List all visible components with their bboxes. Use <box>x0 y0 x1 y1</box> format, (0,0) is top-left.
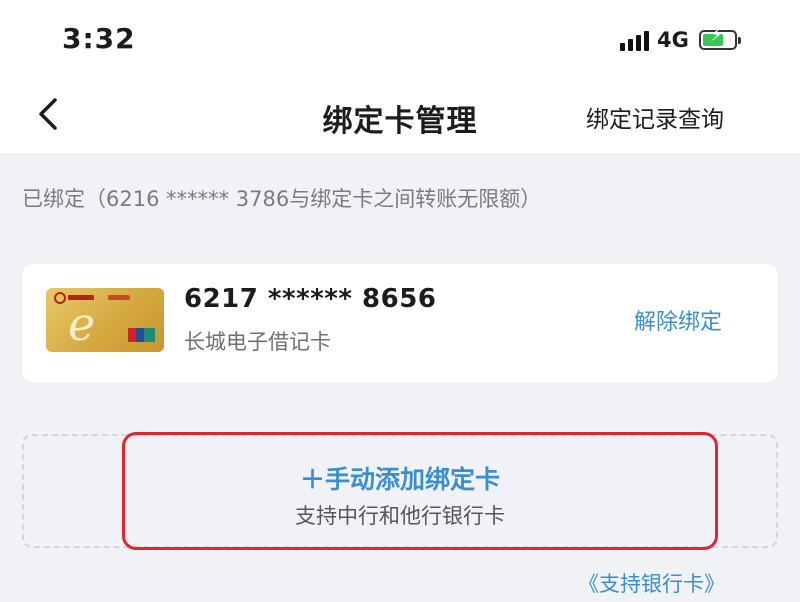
add-card-sublabel: 支持中行和他行银行卡 <box>295 504 505 528</box>
bound-card-note: 已绑定（6216 ****** 3786与绑定卡之间转账无限额） <box>22 187 542 211</box>
status-time: 3:32 <box>62 22 136 55</box>
status-indicators: 4G ⚡ <box>620 26 741 54</box>
binding-records-link[interactable]: 绑定记录查询 <box>586 100 724 134</box>
top-bar: 3:32 4G ⚡ 绑定卡管理 绑定记录查询 <box>0 0 800 155</box>
add-card-button[interactable]: ＋手动添加绑定卡 <box>0 460 800 496</box>
signal-icon <box>620 29 649 51</box>
unbind-button[interactable]: 解除绑定 <box>634 304 722 336</box>
card-number: 6217 ****** 8656 <box>184 284 437 314</box>
card-name: 长城电子借记卡 <box>184 330 331 354</box>
svg-text:e: e <box>68 297 95 351</box>
supported-banks-link[interactable]: 《支持银行卡》 <box>578 568 725 598</box>
bound-card-item: e 6217 ****** 8656 长城电子借记卡 解除绑定 <box>22 264 778 382</box>
bank-card-icon: e <box>46 288 164 352</box>
network-label: 4G <box>657 28 689 52</box>
battery-icon: ⚡ <box>698 27 741 50</box>
